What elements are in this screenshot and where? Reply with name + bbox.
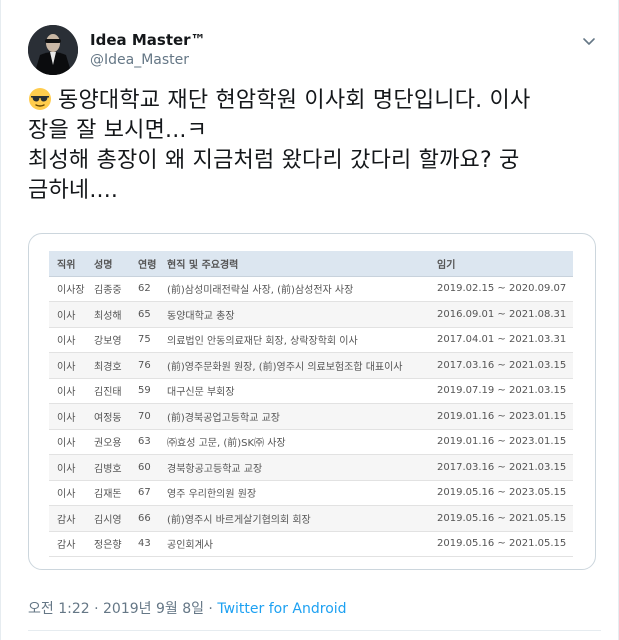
cell-career: 경북항공고등학교 교장 — [167, 454, 437, 481]
cell-career: 영주 우리한의원 원장 — [167, 480, 437, 506]
tweet-meta: 오전 1:22 · 2019년 9월 8일 · Twitter for Andr… — [28, 598, 347, 618]
column-header-position: 직위 — [49, 251, 94, 277]
cell-name: 김시영 — [94, 505, 138, 532]
cell-position: 이사 — [49, 403, 94, 430]
cell-name: 강보영 — [94, 327, 138, 353]
cell-name: 정은향 — [94, 531, 138, 557]
cell-term: 2019.05.16 ~ 2021.05.15 — [437, 505, 573, 532]
table-row: 이사 최경호 76 (前)영주문화원 원장, (前)영주시 의료보험조합 대표이… — [49, 352, 573, 379]
column-header-name: 성명 — [94, 251, 138, 277]
cell-career: ㈜효성 고문, (前)SK㈜ 사장 — [167, 429, 437, 455]
cell-position: 이사 — [49, 429, 94, 455]
cell-term: 2017.03.16 ~ 2021.03.15 — [437, 454, 573, 481]
table-row: 이사 김진태 59 대구신문 부회장 2019.07.19 ~ 2021.03.… — [49, 378, 573, 404]
cell-name: 김병호 — [94, 454, 138, 481]
table-row: 이사 최성해 65 동양대학교 총장 2016.09.01 ~ 2021.08.… — [49, 301, 573, 328]
cell-term: 2019.02.15 ~ 2020.09.07 — [437, 276, 573, 302]
avatar-image — [28, 25, 78, 75]
cell-position: 이사 — [49, 352, 94, 379]
cell-term: 2016.09.01 ~ 2021.08.31 — [437, 301, 573, 328]
cell-age: 76 — [138, 352, 167, 379]
column-header-age: 연령 — [138, 251, 167, 277]
avatar[interactable] — [28, 25, 78, 75]
table-row: 이사 권오용 63 ㈜효성 고문, (前)SK㈜ 사장 2019.01.16 ~… — [49, 429, 573, 455]
cell-position: 감사 — [49, 505, 94, 532]
cell-position: 이사장 — [49, 276, 94, 302]
cell-name: 김재돈 — [94, 480, 138, 506]
cell-career: 동양대학교 총장 — [167, 301, 437, 328]
table-row: 감사 김시영 66 (前)영주시 바르게살기협의회 회장 2019.05.16 … — [49, 505, 573, 532]
tweet-text-line-1: 동양대학교 재단 현암학원 이사회 명단입니다. 이사 — [58, 88, 531, 113]
attached-image[interactable]: 직위 성명 연령 현직 및 주요경력 임기 이사장 김종중 62 (前)삼성미래… — [28, 233, 596, 570]
tweet-line: 동양대학교 재단 현암학원 이사회 명단입니다. 이사 — [28, 86, 603, 116]
cell-career: 공인회계사 — [167, 531, 437, 557]
cell-term: 2019.07.19 ~ 2021.03.15 — [437, 378, 573, 404]
cell-career: (前)영주시 바르게살기협의회 회장 — [167, 505, 437, 532]
cell-term: 2019.05.16 ~ 2023.05.15 — [437, 480, 573, 506]
cell-career: (前)영주문화원 원장, (前)영주시 의료보험조합 대표이사 — [167, 352, 437, 379]
cell-age: 70 — [138, 403, 167, 430]
cell-name: 최경호 — [94, 352, 138, 379]
cell-position: 이사 — [49, 301, 94, 328]
table-row: 이사 김재돈 67 영주 우리한의원 원장 2019.05.16 ~ 2023.… — [49, 480, 573, 506]
tweet-text-line-2: 장을 잘 보시면...ㅋ — [28, 118, 208, 143]
user-handle[interactable]: @Idea_Master — [90, 52, 189, 68]
cell-position: 감사 — [49, 531, 94, 557]
cell-term: 2017.04.01 ~ 2021.03.31 — [437, 327, 573, 353]
cell-age: 63 — [138, 429, 167, 455]
sunglasses-emoji-icon — [28, 87, 52, 111]
cell-name: 최성해 — [94, 301, 138, 328]
cell-age: 60 — [138, 454, 167, 481]
cell-age: 59 — [138, 378, 167, 404]
tweet-card: Idea Master™ @Idea_Master 동양대학교 재단 현암학원 … — [0, 0, 619, 640]
cell-term: 2019.01.16 ~ 2023.01.15 — [437, 403, 573, 430]
cell-term: 2019.05.16 ~ 2021.05.15 — [437, 531, 573, 557]
cell-position: 이사 — [49, 480, 94, 506]
cell-age: 65 — [138, 301, 167, 328]
chevron-down-icon[interactable] — [581, 33, 597, 49]
column-header-career: 현직 및 주요경력 — [167, 251, 437, 277]
timestamp[interactable]: 오전 1:22 · 2019년 9월 8일 · — [28, 601, 217, 617]
column-header-term: 임기 — [437, 251, 573, 277]
table-row: 이사장 김종중 62 (前)삼성미래전략실 사장, (前)삼성전자 사장 201… — [49, 276, 573, 302]
cell-career: 대구신문 부회장 — [167, 378, 437, 404]
cell-career: (前)경북공업고등학교 교장 — [167, 403, 437, 430]
table-header-row: 직위 성명 연령 현직 및 주요경력 임기 — [49, 251, 573, 277]
tweet-text: 동양대학교 재단 현암학원 이사회 명단입니다. 이사 장을 잘 보시면...ㅋ… — [28, 86, 603, 206]
table-row: 감사 정은향 43 공인회계사 2019.05.16 ~ 2021.05.15 — [49, 531, 573, 557]
table-row: 이사 강보영 75 의료법인 안동의료재단 회장, 상락장학회 이사 2017.… — [49, 327, 573, 353]
cell-age: 62 — [138, 276, 167, 302]
board-members-table: 직위 성명 연령 현직 및 주요경력 임기 이사장 김종중 62 (前)삼성미래… — [49, 251, 573, 557]
cell-career: (前)삼성미래전략실 사장, (前)삼성전자 사장 — [167, 276, 437, 302]
cell-name: 김종중 — [94, 276, 138, 302]
cell-position: 이사 — [49, 454, 94, 481]
source-link[interactable]: Twitter for Android — [217, 601, 346, 617]
cell-age: 75 — [138, 327, 167, 353]
cell-term: 2017.03.16 ~ 2021.03.15 — [437, 352, 573, 379]
display-name[interactable]: Idea Master™ — [90, 31, 206, 49]
cell-name: 김진태 — [94, 378, 138, 404]
table-row: 이사 여정동 70 (前)경북공업고등학교 교장 2019.01.16 ~ 20… — [49, 403, 573, 430]
cell-name: 여정동 — [94, 403, 138, 430]
cell-position: 이사 — [49, 378, 94, 404]
cell-name: 권오용 — [94, 429, 138, 455]
tweet-text-line-4: 금하네.... — [28, 178, 119, 203]
table-row: 이사 김병호 60 경북항공고등학교 교장 2017.03.16 ~ 2021.… — [49, 454, 573, 481]
cell-career: 의료법인 안동의료재단 회장, 상락장학회 이사 — [167, 327, 437, 353]
cell-position: 이사 — [49, 327, 94, 353]
cell-age: 67 — [138, 480, 167, 506]
cell-term: 2019.01.16 ~ 2023.01.15 — [437, 429, 573, 455]
divider — [28, 630, 601, 631]
tweet-text-line-3: 최성해 총장이 왜 지금처럼 왔다리 갔다리 할까요? 궁 — [28, 148, 520, 173]
cell-age: 43 — [138, 531, 167, 557]
cell-age: 66 — [138, 505, 167, 532]
